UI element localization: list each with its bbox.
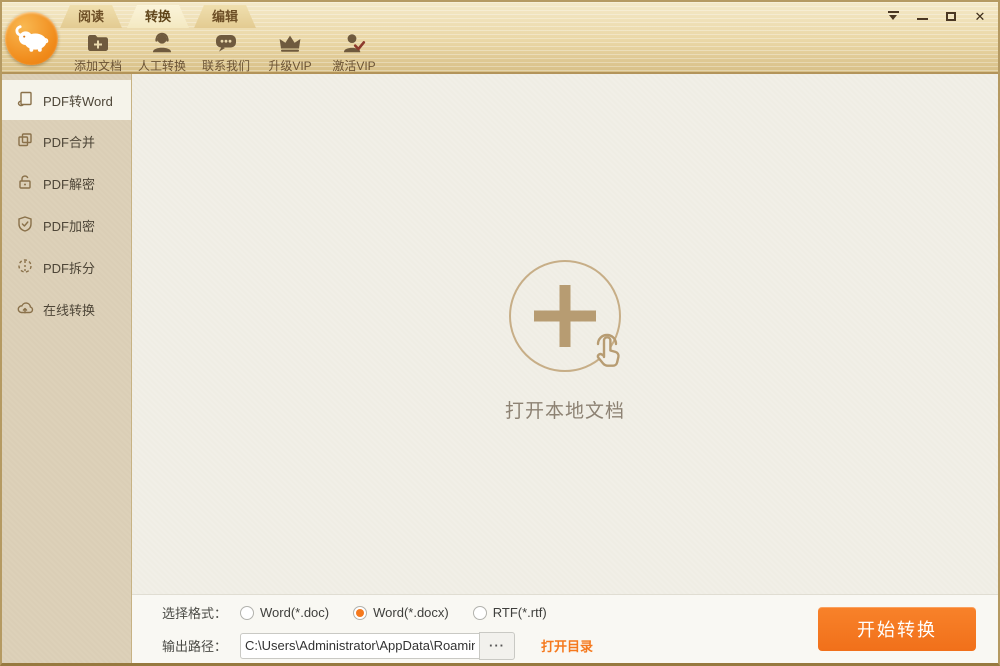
main-area: 打开本地文档: [132, 74, 998, 594]
add-document-icon: [85, 30, 111, 56]
ribbon-tabs: 阅读 转换 编辑: [60, 5, 256, 28]
sidebar-item-label: 在线转换: [43, 302, 96, 318]
top-bar: 阅读 转换 编辑 ✕ 添加文档 人工转换 联系我们 升级VIP 激活VIP: [2, 2, 998, 74]
manual-convert-button[interactable]: 人工转换: [130, 28, 194, 73]
sidebar-item-pdf-encrypt[interactable]: PDF加密: [2, 204, 131, 246]
open-local-document: 打开本地文档: [132, 260, 998, 423]
app-menu-icon[interactable]: [885, 9, 901, 23]
format-row: 选择格式： Word(*.doc) Word(*.docx) RTF(*.rtf…: [162, 600, 593, 626]
upgrade-vip-button[interactable]: 升级VIP: [258, 28, 322, 73]
footer-panel: 选择格式： Word(*.doc) Word(*.docx) RTF(*.rtf…: [132, 594, 998, 663]
tab-convert[interactable]: 转换: [127, 5, 189, 28]
main-column: 打开本地文档 选择格式： Word(*.doc) Word(*.docx) RT…: [132, 74, 998, 663]
format-option-rtf[interactable]: RTF(*.rtf): [472, 605, 547, 620]
sidebar-item-label: PDF加密: [43, 218, 96, 234]
pdf-merge-icon: [16, 131, 34, 152]
start-convert-button[interactable]: 开始转换: [818, 607, 976, 651]
toolbar: 添加文档 人工转换 联系我们 升级VIP 激活VIP: [66, 28, 386, 73]
footer-options: 选择格式： Word(*.doc) Word(*.docx) RTF(*.rtf…: [162, 600, 593, 660]
activate-vip-icon: [341, 30, 367, 56]
tab-read[interactable]: 阅读: [60, 5, 122, 28]
output-path-group: ···: [240, 631, 515, 660]
sidebar-item-online-convert[interactable]: 在线转换: [2, 288, 131, 330]
window-controls: ✕: [885, 9, 988, 23]
radio-label: Word(*.docx): [373, 605, 449, 620]
radio-selected-icon[interactable]: [353, 605, 368, 620]
sidebar-item-label: PDF解密: [43, 176, 96, 192]
maximize-icon[interactable]: [943, 9, 959, 23]
pdf-encrypt-icon: [16, 215, 34, 236]
toolbar-label: 人工转换: [137, 59, 186, 73]
sidebar: PDF转Word PDF合并 PDF解密 PDF加密 PDF拆分 在线转换: [2, 74, 132, 663]
close-icon[interactable]: ✕: [972, 9, 988, 23]
toolbar-label: 升级VIP: [268, 59, 312, 73]
contact-us-button[interactable]: 联系我们: [194, 28, 258, 73]
browse-button[interactable]: ···: [479, 631, 515, 660]
output-path-input[interactable]: [240, 632, 480, 659]
output-path-label: 输出路径：: [162, 639, 228, 654]
radio-label: Word(*.doc): [260, 605, 330, 620]
sidebar-item-label: PDF拆分: [43, 260, 96, 276]
toolbar-label: 联系我们: [201, 59, 250, 73]
radio-icon[interactable]: [240, 605, 254, 620]
sidebar-item-label: PDF转Word: [43, 93, 113, 109]
pdf-split-icon: [16, 257, 34, 278]
pdf-decrypt-icon: [16, 173, 34, 194]
add-file-dropzone[interactable]: [509, 260, 621, 372]
tab-edit[interactable]: 编辑: [194, 5, 256, 28]
upgrade-vip-icon: [277, 30, 303, 56]
app-window: 阅读 转换 编辑 ✕ 添加文档 人工转换 联系我们 升级VIP 激活VIP PD…: [0, 0, 1000, 666]
activate-vip-button[interactable]: 激活VIP: [322, 28, 386, 73]
sidebar-item-pdf-split[interactable]: PDF拆分: [2, 246, 131, 288]
sidebar-item-pdf-to-word[interactable]: PDF转Word: [2, 80, 131, 120]
manual-convert-icon: [149, 30, 175, 56]
sidebar-item-pdf-merge[interactable]: PDF合并: [2, 120, 131, 162]
toolbar-label: 添加文档: [73, 59, 122, 73]
radio-label: RTF(*.rtf): [492, 605, 547, 620]
online-convert-icon: [16, 299, 34, 320]
app-body: PDF转Word PDF合并 PDF解密 PDF加密 PDF拆分 在线转换 打开…: [2, 74, 998, 663]
minimize-icon[interactable]: [914, 9, 930, 23]
format-label: 选择格式：: [162, 606, 228, 621]
open-directory-link[interactable]: 打开目录: [541, 636, 593, 655]
add-document-button[interactable]: 添加文档: [66, 28, 130, 73]
sidebar-item-pdf-decrypt[interactable]: PDF解密: [2, 162, 131, 204]
output-row: 输出路径： ··· 打开目录: [162, 631, 593, 660]
format-radios: Word(*.doc) Word(*.docx) RTF(*.rtf): [240, 605, 547, 620]
open-local-label[interactable]: 打开本地文档: [505, 396, 625, 423]
elephant-icon: [14, 24, 48, 52]
toolbar-label: 激活VIP: [332, 59, 376, 73]
sidebar-item-label: PDF合并: [43, 134, 96, 150]
radio-icon[interactable]: [472, 605, 487, 620]
format-option-doc[interactable]: Word(*.doc): [240, 605, 329, 620]
elephant-logo[interactable]: [5, 12, 58, 65]
tap-hand-icon: [585, 327, 631, 378]
pdf-to-word-icon: [16, 90, 34, 111]
contact-us-icon: [213, 30, 239, 56]
format-option-docx[interactable]: Word(*.docx): [353, 605, 449, 620]
